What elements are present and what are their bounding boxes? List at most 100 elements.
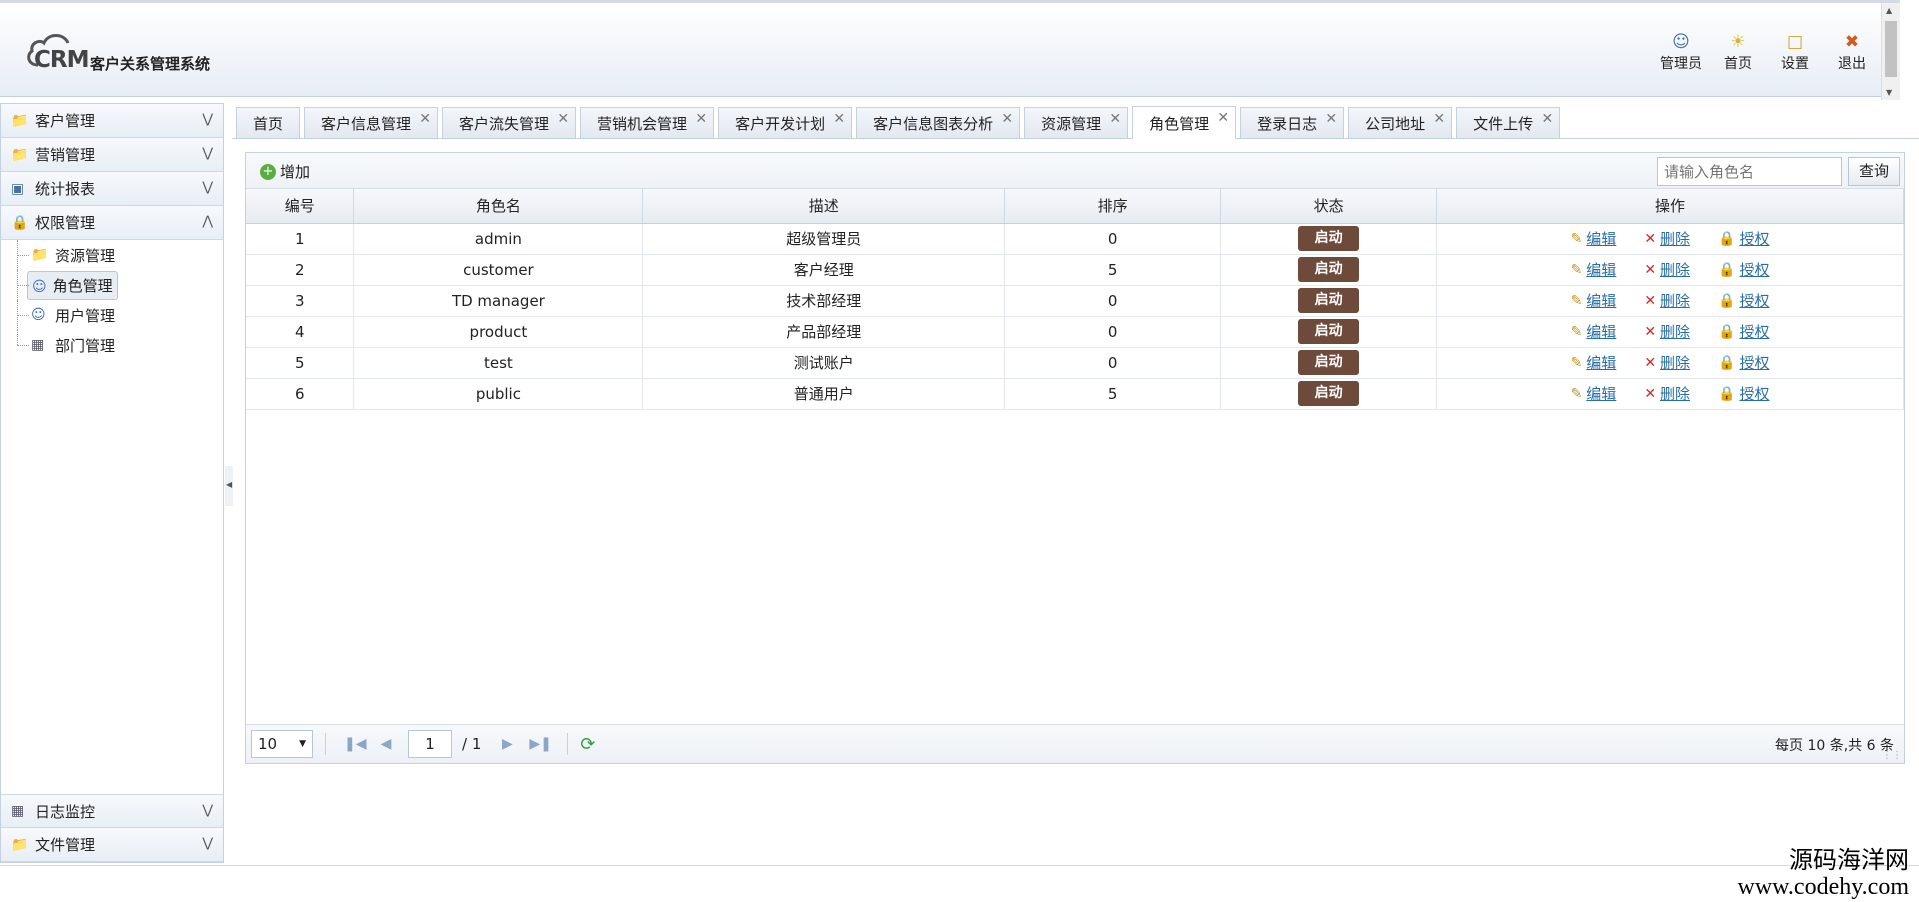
table-row[interactable]: 1 admin 超级管理员 0 启动 ✎ 编辑 ✕ 删除 🔒 授权: [246, 223, 1904, 255]
sidebar-item-logs[interactable]: ▦ 日志监控 ⋁: [1, 794, 223, 828]
prev-page-icon[interactable]: ◀: [376, 736, 396, 752]
delete-link[interactable]: ✕ 删除: [1644, 290, 1690, 311]
cell-desc: 普通用户: [642, 378, 1006, 410]
tab-roles[interactable]: 角色管理 ✕: [1132, 106, 1237, 139]
page-number-input[interactable]: 1: [408, 730, 452, 758]
admin-button[interactable]: ☺ 管理员: [1653, 31, 1709, 73]
logout-button[interactable]: ✖ 退出: [1824, 31, 1880, 73]
query-button[interactable]: 查询: [1848, 157, 1900, 186]
next-page-icon[interactable]: ▶: [497, 736, 517, 752]
edit-link[interactable]: ✎ 编辑: [1571, 383, 1617, 404]
refresh-icon[interactable]: ⟳: [580, 734, 595, 755]
close-icon[interactable]: ✕: [1433, 111, 1445, 127]
close-icon[interactable]: ✕: [1109, 111, 1121, 127]
tab-company-address[interactable]: 公司地址 ✕: [1348, 107, 1453, 138]
settings-button[interactable]: □ 设置: [1767, 31, 1823, 73]
tab-dev-plan[interactable]: 客户开发计划 ✕: [718, 107, 853, 138]
sidebar-collapse-handle[interactable]: ◀: [225, 466, 233, 506]
first-page-icon[interactable]: ❚◀: [344, 736, 367, 752]
status-button[interactable]: 启动: [1298, 257, 1360, 282]
tree-item-users[interactable]: ☺ 用户管理: [1, 300, 223, 330]
close-icon[interactable]: ✕: [419, 111, 431, 127]
grant-link[interactable]: 🔒 授权: [1718, 321, 1769, 342]
tab-file-upload[interactable]: 文件上传 ✕: [1456, 107, 1561, 138]
cell-id: 4: [246, 316, 355, 348]
grant-link[interactable]: 🔒 授权: [1718, 259, 1769, 280]
table-row[interactable]: 3 TD manager 技术部经理 0 启动 ✎ 编辑 ✕ 删除 🔒 授权: [246, 285, 1904, 317]
tree-item-roles[interactable]: ☺ 角色管理: [1, 270, 223, 300]
role-search-input[interactable]: [1657, 157, 1842, 186]
tab-sales-opportunity[interactable]: 营销机会管理 ✕: [580, 107, 715, 138]
close-icon[interactable]: ✕: [1325, 111, 1337, 127]
col-header-ops[interactable]: 操作: [1436, 189, 1904, 224]
chevron-down-icon[interactable]: ⋁: [202, 146, 213, 161]
page-size-select[interactable]: 10 ▼: [251, 730, 313, 758]
tree-item-departments[interactable]: ▦ 部门管理: [1, 330, 223, 360]
chevron-down-icon[interactable]: ⋁: [202, 180, 213, 195]
scroll-down-icon[interactable]: ▼: [1886, 88, 1892, 97]
edit-link[interactable]: ✎ 编辑: [1571, 259, 1617, 280]
tree-item-resources[interactable]: 📁 资源管理: [1, 240, 223, 270]
scroll-up-icon[interactable]: ▲: [1886, 6, 1892, 15]
grant-link[interactable]: 🔒 授权: [1718, 352, 1769, 373]
delete-link[interactable]: ✕ 删除: [1644, 352, 1690, 373]
resize-grip-icon[interactable]: ⋮⋮: [1882, 750, 1902, 761]
collapse-left-icon[interactable]: ◀: [226, 480, 232, 489]
status-button[interactable]: 启动: [1298, 350, 1360, 375]
grant-link[interactable]: 🔒 授权: [1718, 383, 1769, 404]
sidebar-item-marketing[interactable]: 📁 营销管理 ⋁: [1, 138, 223, 172]
last-page-icon[interactable]: ▶❚: [529, 736, 552, 752]
col-header-id[interactable]: 编号: [246, 189, 355, 224]
home-button[interactable]: ☀ 首页: [1710, 31, 1766, 73]
cell-desc: 超级管理员: [642, 223, 1006, 255]
tab-resources[interactable]: 资源管理 ✕: [1024, 107, 1129, 138]
sidebar-item-files[interactable]: 📁 文件管理 ⋁: [1, 828, 223, 862]
chevron-down-icon[interactable]: ⋁: [202, 836, 213, 851]
chevron-down-icon[interactable]: ⋁: [202, 803, 213, 818]
close-icon[interactable]: ✕: [695, 111, 707, 127]
delete-link[interactable]: ✕ 删除: [1644, 228, 1690, 249]
tab-login-log[interactable]: 登录日志 ✕: [1240, 107, 1345, 138]
close-icon[interactable]: ✕: [833, 111, 845, 127]
add-button[interactable]: + 增加: [260, 161, 310, 182]
cell-status: 启动: [1220, 316, 1438, 348]
col-header-desc[interactable]: 描述: [642, 189, 1006, 224]
status-button[interactable]: 启动: [1298, 226, 1360, 251]
close-icon[interactable]: ✕: [1001, 111, 1013, 127]
edit-link[interactable]: ✎ 编辑: [1571, 290, 1617, 311]
close-icon[interactable]: ✕: [1541, 111, 1553, 127]
cell-status: 启动: [1220, 347, 1438, 379]
tab-customer-churn[interactable]: 客户流失管理 ✕: [442, 107, 577, 138]
close-icon[interactable]: ✕: [1217, 110, 1229, 126]
tab-chart-analysis[interactable]: 客户信息图表分析 ✕: [856, 107, 1021, 138]
page-scrollbar[interactable]: ▲ ▼: [1881, 3, 1900, 100]
table-row[interactable]: 6 public 普通用户 5 启动 ✎ 编辑 ✕ 删除 🔒 授权: [246, 378, 1904, 410]
close-icon[interactable]: ✕: [557, 111, 569, 127]
status-button[interactable]: 启动: [1298, 381, 1360, 406]
delete-link[interactable]: ✕ 删除: [1644, 259, 1690, 280]
grant-link[interactable]: 🔒 授权: [1718, 228, 1769, 249]
scrollbar-thumb[interactable]: [1885, 21, 1897, 77]
sidebar-item-permissions[interactable]: 🔒 权限管理 ⋀: [1, 206, 223, 240]
tab-customer-info[interactable]: 客户信息管理 ✕: [304, 107, 439, 138]
system-name: 客户关系管理系统: [90, 55, 211, 73]
sidebar-item-customer[interactable]: 📁 客户管理 ⋁: [1, 104, 223, 138]
status-button[interactable]: 启动: [1298, 288, 1360, 313]
edit-link[interactable]: ✎ 编辑: [1571, 321, 1617, 342]
edit-link[interactable]: ✎ 编辑: [1571, 228, 1617, 249]
chevron-down-icon[interactable]: ⋁: [202, 112, 213, 127]
edit-link[interactable]: ✎ 编辑: [1571, 352, 1617, 373]
grant-link[interactable]: 🔒 授权: [1718, 290, 1769, 311]
tab-home[interactable]: 首页: [236, 107, 301, 138]
status-button[interactable]: 启动: [1298, 319, 1360, 344]
col-header-order[interactable]: 排序: [1004, 189, 1222, 224]
delete-link[interactable]: ✕ 删除: [1644, 383, 1690, 404]
chevron-up-icon[interactable]: ⋀: [202, 214, 213, 229]
col-header-status[interactable]: 状态: [1220, 189, 1438, 224]
table-row[interactable]: 4 product 产品部经理 0 启动 ✎ 编辑 ✕ 删除 🔒 授权: [246, 316, 1904, 348]
delete-link[interactable]: ✕ 删除: [1644, 321, 1690, 342]
sidebar-item-reports[interactable]: ▣ 统计报表 ⋁: [1, 172, 223, 206]
col-header-name[interactable]: 角色名: [353, 189, 644, 224]
table-row[interactable]: 2 customer 客户经理 5 启动 ✎ 编辑 ✕ 删除 🔒 授权: [246, 254, 1904, 286]
table-row[interactable]: 5 test 测试账户 0 启动 ✎ 编辑 ✕ 删除 🔒 授权: [246, 347, 1904, 379]
